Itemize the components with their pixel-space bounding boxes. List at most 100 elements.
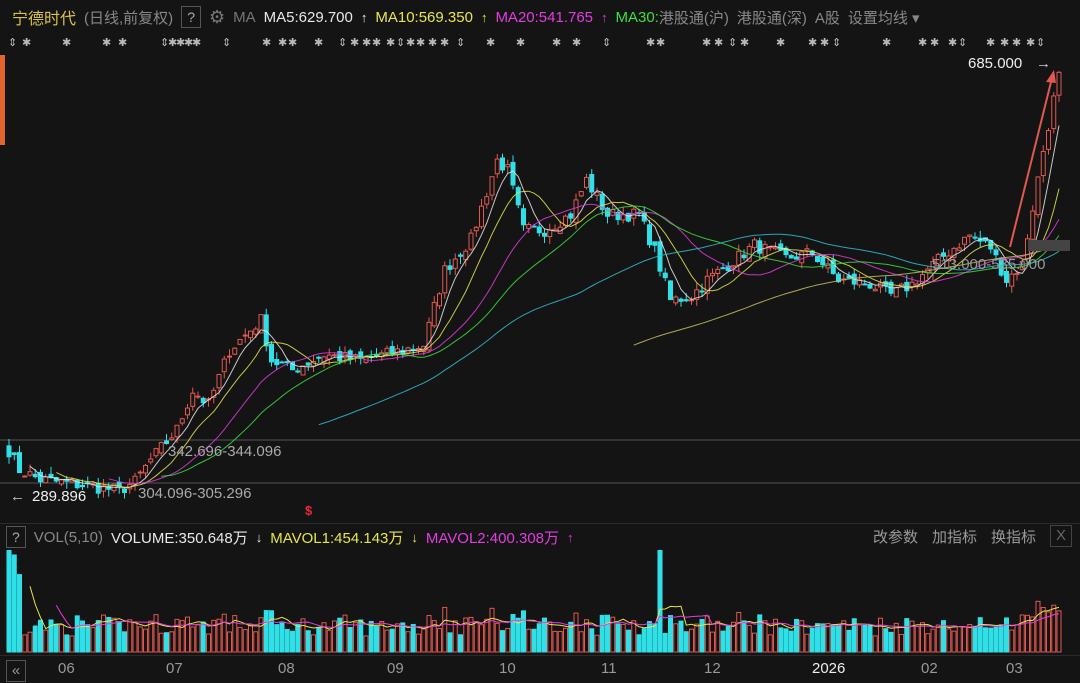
- volume-help-button[interactable]: ?: [6, 526, 26, 548]
- candle: [1030, 210, 1036, 240]
- event-marker-icon[interactable]: ✱: [416, 36, 425, 49]
- volume-bar: [69, 635, 75, 653]
- event-marker-icon[interactable]: ⇕: [338, 36, 347, 49]
- candle: [484, 196, 490, 205]
- event-marker-icon[interactable]: ✱: [372, 36, 381, 49]
- event-marker-icon[interactable]: ✱: [714, 36, 723, 49]
- event-marker-icon[interactable]: ✱: [948, 36, 957, 49]
- event-marker-icon[interactable]: ✱: [986, 36, 995, 49]
- candle: [17, 452, 22, 474]
- volume-bar: [899, 633, 904, 653]
- volume-bar: [983, 627, 988, 653]
- ma30-line: [161, 205, 1060, 477]
- candle: [169, 437, 175, 441]
- volume-bar: [290, 630, 295, 653]
- event-marker-icon[interactable]: ✱: [552, 36, 561, 49]
- ma-settings-dropdown[interactable]: 设置均线 ▾: [848, 7, 920, 28]
- event-marker-icon[interactable]: ✱: [1026, 36, 1035, 49]
- event-marker-icon[interactable]: ⇕: [396, 36, 405, 49]
- event-marker-icon[interactable]: ✱: [1000, 36, 1009, 49]
- volume-bar: [920, 622, 925, 653]
- candle: [778, 243, 784, 251]
- switch-indicator-button[interactable]: 换指标: [991, 526, 1036, 547]
- event-marker-icon[interactable]: ⇕: [832, 36, 841, 49]
- hk-connect-sh-button[interactable]: 港股通(沪): [659, 7, 729, 28]
- gap-range-label: 304.096-305.296: [138, 485, 252, 502]
- event-marker-icon[interactable]: ⇕: [222, 36, 231, 49]
- event-marker-icon[interactable]: ⇕: [1036, 36, 1045, 49]
- volume-bar: [200, 621, 206, 653]
- candle: [148, 458, 154, 463]
- event-marker-icon[interactable]: ✱: [62, 36, 71, 49]
- event-marker-icon[interactable]: ✱: [646, 36, 655, 49]
- volume-bar: [400, 622, 406, 653]
- event-marker-icon[interactable]: ✱: [516, 36, 525, 49]
- event-marker-icon[interactable]: ✱: [406, 36, 415, 49]
- arrow-up-icon: ↑: [480, 9, 488, 25]
- event-marker-icon[interactable]: ⇕: [8, 36, 17, 49]
- event-marker-icon[interactable]: ✱: [102, 36, 111, 49]
- gear-icon[interactable]: ⚙: [209, 7, 225, 28]
- volume-bar: [883, 628, 889, 653]
- candle: [122, 488, 127, 493]
- event-marker-icon[interactable]: ✱: [118, 36, 127, 49]
- event-marker-icon[interactable]: ✱: [362, 36, 371, 49]
- a-share-button[interactable]: A股: [815, 7, 840, 28]
- event-marker-icon[interactable]: ✱: [1012, 36, 1021, 49]
- help-button[interactable]: ?: [181, 6, 201, 28]
- event-marker-icon[interactable]: ✱: [288, 36, 297, 49]
- volume-bar: [374, 625, 379, 653]
- volume-bar: [526, 628, 532, 653]
- month-label: 10: [499, 660, 516, 677]
- volume-bar: [116, 621, 122, 653]
- event-marker-icon[interactable]: ✱: [656, 36, 665, 49]
- event-marker-icon[interactable]: ✱: [386, 36, 395, 49]
- candle: [515, 187, 521, 206]
- candle: [757, 240, 763, 254]
- event-marker-icon[interactable]: ⇕: [728, 36, 737, 49]
- event-marker-icon[interactable]: ✱: [808, 36, 817, 49]
- event-marker-icon[interactable]: ⇕: [602, 36, 611, 49]
- candle: [731, 265, 736, 268]
- candle: [804, 248, 810, 251]
- candle: [32, 473, 38, 478]
- event-marker-icon[interactable]: ✱: [572, 36, 581, 49]
- event-marker-icon[interactable]: ⇕: [958, 36, 967, 49]
- event-marker-icon[interactable]: ✱: [278, 36, 287, 49]
- candle: [452, 258, 458, 269]
- volume-bar: [704, 615, 710, 653]
- event-marker-icon[interactable]: ✱: [192, 36, 201, 49]
- event-marker-icon[interactable]: ⇕: [456, 36, 465, 49]
- event-marker-icon[interactable]: ✱: [22, 36, 31, 49]
- event-marker-icon[interactable]: ✱: [314, 36, 323, 49]
- event-marker-icon[interactable]: ✱: [776, 36, 785, 49]
- hk-connect-sz-button[interactable]: 港股通(深): [737, 7, 807, 28]
- event-marker-icon[interactable]: ✱: [740, 36, 749, 49]
- volume-bar: [85, 624, 91, 653]
- volume-bar: [641, 628, 647, 653]
- event-marker-icon[interactable]: ✱: [820, 36, 829, 49]
- price-chart[interactable]: [0, 52, 1080, 522]
- change-params-button[interactable]: 改参数: [873, 526, 918, 547]
- event-marker-icon[interactable]: ✱: [262, 36, 271, 49]
- add-indicator-button[interactable]: 加指标: [932, 526, 977, 547]
- event-marker-icon[interactable]: ✱: [440, 36, 449, 49]
- event-marker-icon[interactable]: ✱: [882, 36, 891, 49]
- candle: [794, 256, 799, 260]
- event-marker-icon[interactable]: ✱: [930, 36, 939, 49]
- ma10-value: MA10:569.350: [375, 8, 473, 26]
- close-indicator-button[interactable]: X: [1050, 525, 1072, 547]
- volume-bar: [17, 574, 22, 653]
- event-marker-icon[interactable]: ✱: [702, 36, 711, 49]
- event-marker-icon[interactable]: ✱: [918, 36, 927, 49]
- event-marker-icon[interactable]: ✱: [350, 36, 359, 49]
- volume-bar: [599, 614, 605, 653]
- candle: [536, 226, 542, 234]
- signal-marker-icon[interactable]: $: [305, 503, 312, 518]
- collapse-left-button[interactable]: «: [6, 660, 26, 682]
- candle: [862, 283, 868, 286]
- candle: [200, 397, 206, 404]
- volume-bar: [38, 619, 43, 653]
- event-marker-icon[interactable]: ✱: [428, 36, 437, 49]
- event-marker-icon[interactable]: ✱: [486, 36, 495, 49]
